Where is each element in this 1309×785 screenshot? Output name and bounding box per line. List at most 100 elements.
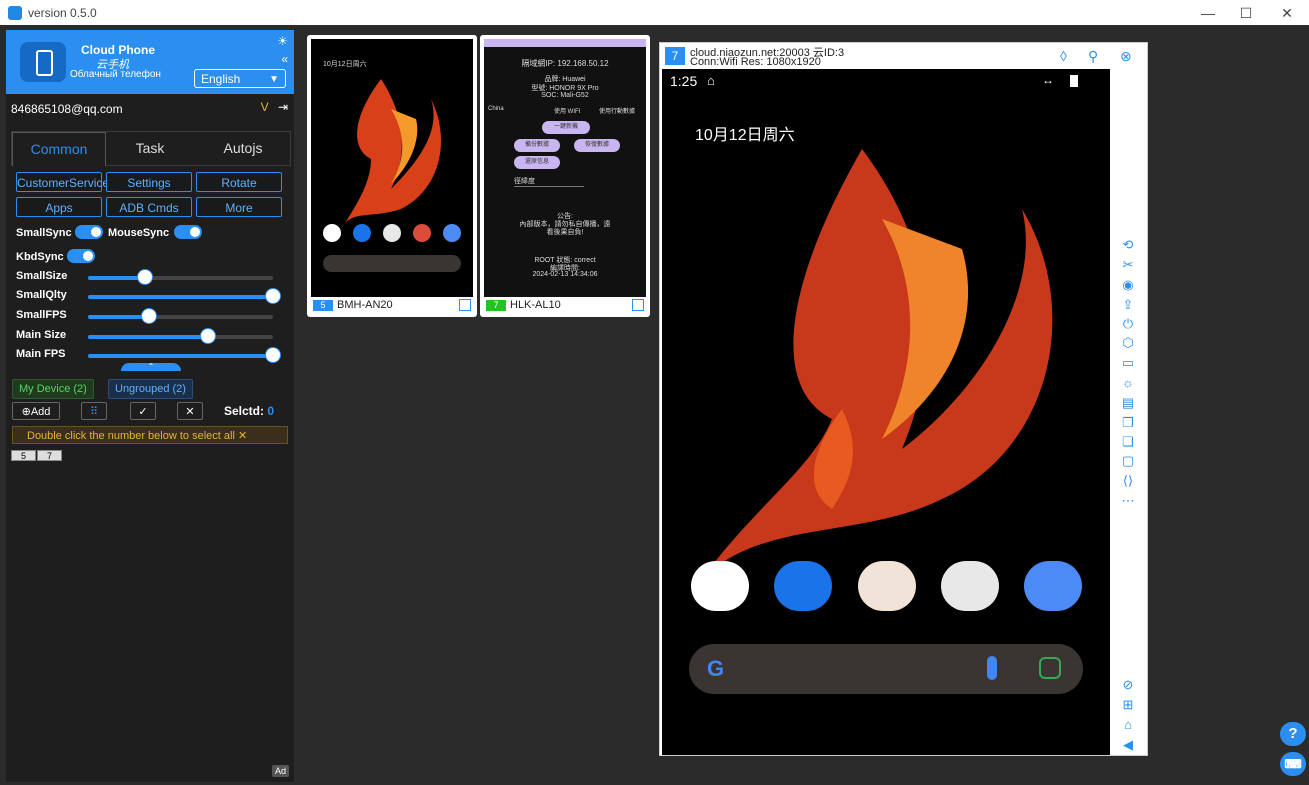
water-drop-icon[interactable]: ◊	[1060, 48, 1067, 64]
pin-icon[interactable]: ⚲	[1088, 48, 1098, 65]
device-number-cell[interactable]: 7	[37, 450, 62, 461]
hint-text: Double click the number below to select …	[27, 430, 235, 442]
control-panel: Cloud Phone 云手机 Облачный телефон ☀ « Eng…	[6, 30, 294, 782]
android-icon[interactable]: ◉	[1119, 277, 1137, 293]
expand-icon[interactable]	[459, 299, 471, 311]
wifi-option[interactable]: 使用 WIFI	[554, 106, 599, 115]
setting-slider[interactable]	[88, 288, 281, 304]
language-select[interactable]: English ▼	[194, 69, 286, 88]
mouse-sync-toggle[interactable]	[174, 225, 202, 239]
setting-slider[interactable]	[88, 308, 273, 324]
check-icon[interactable]: ✓	[130, 402, 156, 420]
setting-slider[interactable]	[88, 328, 273, 344]
collapse-panel-icon[interactable]: «	[281, 52, 288, 66]
google-search-bar[interactable]: G	[689, 644, 1083, 694]
restore-button[interactable]: 恢復數據	[574, 139, 620, 152]
setting-slider[interactable]	[88, 269, 273, 285]
copy-icon[interactable]: ❐	[1119, 415, 1137, 431]
rotate-icon[interactable]: ⟲	[1119, 237, 1137, 253]
code-icon[interactable]: ⟨⟩	[1119, 473, 1137, 489]
phone-app-icon[interactable]	[323, 224, 341, 242]
slider-knob[interactable]	[137, 269, 154, 285]
small-sync-toggle[interactable]	[75, 225, 103, 239]
power-icon[interactable]: ⏻	[1119, 316, 1137, 332]
close-icon[interactable]: ✕	[177, 402, 203, 420]
reset-info-button[interactable]: 還原信息	[514, 156, 560, 169]
slider-knob[interactable]	[200, 328, 217, 344]
folder-icon[interactable]: ▭	[1119, 355, 1137, 371]
microphone-icon[interactable]	[987, 656, 997, 680]
help-icon[interactable]: ?	[1280, 722, 1306, 746]
upload-icon[interactable]: ⇪	[1119, 297, 1137, 313]
camera-icon[interactable]	[443, 224, 461, 242]
slider-label: SmallFPS	[16, 309, 67, 321]
lens-icon[interactable]	[1039, 657, 1061, 679]
theme-sun-icon[interactable]: ☀	[277, 34, 288, 48]
close-circle-icon[interactable]: ⊗	[1120, 48, 1132, 65]
logout-icon[interactable]: ⇥	[278, 100, 288, 114]
setting-slider[interactable]	[88, 347, 281, 363]
slider-knob[interactable]	[265, 347, 281, 363]
device-card[interactable]: 隔域網IP: 192.168.50.12 品牌: Huawei 型號: HONO…	[480, 35, 650, 317]
phoenix-app-icon[interactable]	[858, 561, 916, 611]
home-icon[interactable]: ⌂	[1119, 717, 1137, 733]
duplicate-icon[interactable]: ❏	[1119, 434, 1137, 450]
slider-knob[interactable]	[265, 288, 281, 304]
customer-service-button[interactable]: CustomerService	[16, 172, 109, 192]
vip-icon[interactable]: V	[261, 100, 269, 114]
no-touch-icon[interactable]: ⊘	[1119, 677, 1137, 693]
device-number-cell[interactable]: 5	[11, 450, 36, 461]
expand-icon[interactable]	[632, 299, 644, 311]
group-my-device[interactable]: My Device (2)	[12, 379, 94, 399]
maximize-button[interactable]: ☐	[1231, 3, 1261, 23]
add-device-button[interactable]: ⊕Add	[12, 402, 60, 420]
tab-common[interactable]: Common	[12, 132, 106, 166]
play-store-icon[interactable]	[383, 224, 401, 242]
slider-fill	[88, 335, 209, 339]
messages-app-icon[interactable]	[353, 224, 371, 242]
ad-badge[interactable]: Ad	[272, 765, 290, 777]
new-device-button[interactable]: 一鍵新機	[542, 121, 590, 134]
slider-knob[interactable]	[141, 308, 158, 324]
coordinate-field[interactable]: 徑緯度	[514, 176, 584, 187]
camera-icon[interactable]	[1024, 561, 1082, 611]
mouse-sync-label: MouseSync	[108, 227, 170, 239]
expand-toggle[interactable]: ⌃	[121, 363, 181, 371]
device-screen-thumbnail[interactable]: 隔域網IP: 192.168.50.12 品牌: Huawei 型號: HONO…	[484, 39, 646, 297]
phone-app-icon[interactable]	[691, 561, 749, 611]
device-screen[interactable]: 1:25 ⌂ ↔ 10月12日周六 G	[662, 69, 1110, 755]
brightness-icon[interactable]: ☼	[1119, 375, 1137, 391]
grid-select-icon[interactable]: ⠿	[81, 402, 107, 420]
message-icon[interactable]: ▢	[1119, 453, 1137, 469]
group-ungrouped[interactable]: Ungrouped (2)	[108, 379, 193, 399]
back-icon[interactable]: ◀	[1119, 737, 1137, 753]
clipboard-icon[interactable]: ▤	[1119, 395, 1137, 411]
box-icon[interactable]: ⬡	[1119, 335, 1137, 351]
backup-button[interactable]: 備份數據	[514, 139, 560, 152]
more-icon[interactable]: ⋯	[1119, 493, 1137, 509]
apps-button[interactable]: Apps	[16, 197, 102, 217]
settings-button[interactable]: Settings	[106, 172, 192, 192]
more-button[interactable]: More	[196, 197, 282, 217]
country-select[interactable]: China	[488, 106, 528, 112]
google-search-bar[interactable]	[323, 255, 461, 272]
device-card[interactable]: 10月12日周六 5 BMH-AN20	[307, 35, 477, 317]
keyboard-icon[interactable]: ⌨	[1280, 752, 1306, 776]
tab-task[interactable]: Task	[104, 132, 196, 165]
dismiss-icon[interactable]: ✕	[238, 430, 247, 442]
messages-app-icon[interactable]	[774, 561, 832, 611]
rotate-button[interactable]: Rotate	[196, 172, 282, 192]
screenshot-icon[interactable]: ✂	[1119, 257, 1137, 273]
chrome-icon[interactable]	[413, 224, 431, 242]
chrome-icon[interactable]	[941, 561, 999, 611]
close-button[interactable]: ✕	[1272, 3, 1302, 23]
device-screen-thumbnail[interactable]: 10月12日周六	[311, 39, 473, 297]
tab-autojs[interactable]: Autojs	[196, 132, 290, 165]
kbd-sync-toggle[interactable]	[67, 249, 95, 263]
device-ip: 隔域網IP: 192.168.50.12	[521, 59, 609, 68]
apps-grid-icon[interactable]: ⊞	[1119, 697, 1137, 713]
adb-cmds-button[interactable]: ADB Cmds	[106, 197, 192, 217]
brand-title-ru: Облачный телефон	[70, 69, 161, 80]
mobile-data-option[interactable]: 使用行動數據	[599, 106, 646, 115]
minimize-button[interactable]: —	[1193, 3, 1223, 23]
